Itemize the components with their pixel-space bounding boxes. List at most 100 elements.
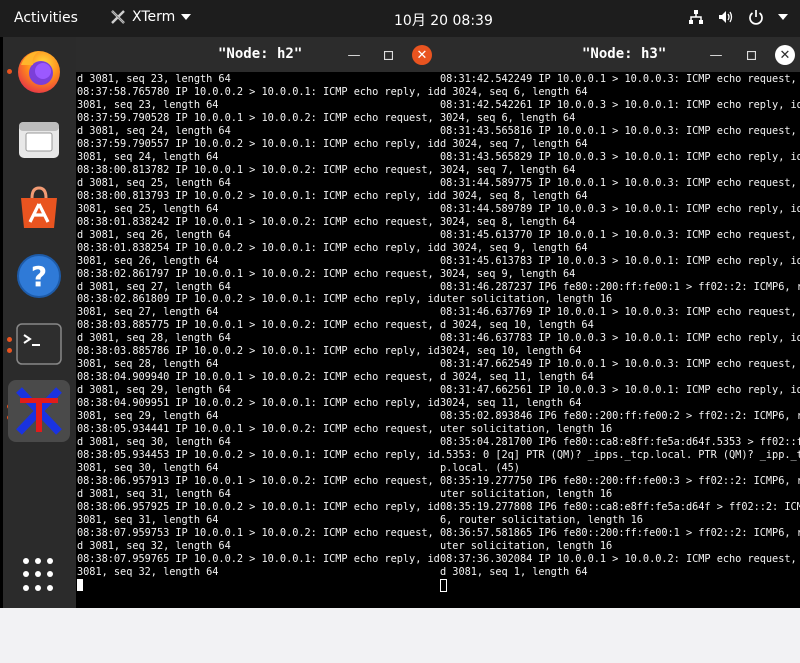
terminal-line: 08:38:03.885786 IP 10.0.0.2 > 10.0.0.1: … xyxy=(77,345,439,358)
terminal-line: 08:38:05.934453 IP 10.0.0.2 > 10.0.0.1: … xyxy=(77,449,439,462)
close-icon[interactable]: ✕ xyxy=(775,45,795,65)
terminal-line: d 3024, seq 10, length 64 xyxy=(440,319,594,332)
app-menu-label: XTerm xyxy=(132,9,176,25)
terminal-line: 08:31:45.613770 IP 10.0.0.1 > 10.0.0.3: … xyxy=(440,228,800,241)
terminal-line: 3024, seq 7, length 64 xyxy=(440,163,576,176)
terminal-line: 08:38:02.861797 IP 10.0.0.1 > 10.0.0.2: … xyxy=(77,267,439,280)
terminal-line: 3081, seq 25, length 64 xyxy=(77,202,219,215)
terminal-line: d 3081, seq 32, length 64 xyxy=(77,539,231,552)
terminal-line: d 3081, seq 23, length 64 xyxy=(77,73,231,85)
xterm-small-icon xyxy=(110,9,126,25)
terminal-line: 08:38:00.813793 IP 10.0.0.2 > 10.0.0.1: … xyxy=(77,189,439,202)
terminal-output[interactable]: d 3081, seq 23, length 64 08:37:58.765780… xyxy=(76,73,439,608)
terminal-line: 08:31:46.637783 IP 10.0.0.3 > 10.0.0.1: … xyxy=(440,332,800,345)
volume-icon[interactable] xyxy=(718,9,734,25)
show-apps-icon[interactable] xyxy=(23,558,57,592)
terminal-line: d 3024, seq 8, length 64 xyxy=(440,189,588,202)
terminal-line: d 3081, seq 1, length 64 xyxy=(440,565,588,578)
terminal-line: p.local. (45) xyxy=(440,462,520,475)
terminal-line: 08:35:02.893846 IP6 fe80::200:ff:fe00:2 … xyxy=(440,410,800,423)
terminal-line: 08:31:44.589789 IP 10.0.0.3 > 10.0.0.1: … xyxy=(440,202,800,215)
activities-button[interactable]: Activities xyxy=(14,10,78,26)
firefox-icon[interactable] xyxy=(8,40,70,102)
terminal-line: 08:37:36.302084 IP 10.0.0.1 > 10.0.0.2: … xyxy=(440,552,800,565)
titlebar[interactable]: "Node: h3" — ✕ xyxy=(439,37,800,72)
terminal-line: 08:38:03.885775 IP 10.0.0.1 > 10.0.0.2: … xyxy=(77,319,439,332)
terminal-line: 3024, seq 6, length 64 xyxy=(440,111,576,124)
software-icon[interactable] xyxy=(8,177,70,239)
dock: ? xyxy=(3,37,76,608)
terminal-window-h3[interactable]: "Node: h3" — ✕ 08:31:42.542249 IP 10.0.0… xyxy=(439,37,800,608)
terminal-line: .5353: 0 [2q] PTR (QM)? _ipps._tcp.local… xyxy=(440,449,800,462)
clock[interactable]: 10月 20 08:39 xyxy=(394,10,493,30)
terminal-window-h2[interactable]: "Node: h2" — ✕ d 3081, seq 23, length 64… xyxy=(76,37,439,608)
terminal-line: d 3024, seq 11, length 64 xyxy=(440,371,594,384)
terminal-line: d 3081, seq 31, length 64 xyxy=(77,488,231,500)
terminal-line: 3081, seq 26, length 64 xyxy=(77,254,219,267)
terminal-line: 3081, seq 23, length 64 xyxy=(77,98,219,111)
terminal-line: 08:38:05.934441 IP 10.0.0.1 > 10.0.0.2: … xyxy=(77,423,439,436)
terminal-line: 08:38:04.909940 IP 10.0.0.1 > 10.0.0.2: … xyxy=(77,371,439,384)
xterm-icon[interactable] xyxy=(8,380,70,442)
terminal-line: 08:38:01.838254 IP 10.0.0.2 > 10.0.0.1: … xyxy=(77,241,439,254)
desktop: Activities XTerm 10月 20 08:39 ? "Node: h… xyxy=(0,0,800,608)
terminal-line: 3081, seq 29, length 64 xyxy=(77,410,219,423)
terminal-line: 3024, seq 9, length 64 xyxy=(440,267,576,280)
maximize-icon[interactable] xyxy=(378,45,398,65)
terminal-line: 08:38:07.959765 IP 10.0.0.2 > 10.0.0.1: … xyxy=(77,552,439,565)
minimize-icon[interactable]: — xyxy=(706,45,726,65)
text-cursor xyxy=(77,578,83,591)
terminal-line: 3081, seq 24, length 64 xyxy=(77,150,219,163)
terminal-line: 08:35:19.277808 IP6 fe80::ca8:e8ff:fe5a:… xyxy=(440,500,800,513)
terminal-line: uter solicitation, length 16 xyxy=(440,423,613,436)
terminal-line: 3024, seq 10, length 64 xyxy=(440,345,582,358)
terminal-line: 08:37:59.790528 IP 10.0.0.1 > 10.0.0.2: … xyxy=(77,111,439,124)
terminal-line: 08:38:04.909951 IP 10.0.0.2 > 10.0.0.1: … xyxy=(77,397,439,410)
terminal-line: uter solicitation, length 16 xyxy=(440,293,613,306)
terminal-line: 08:38:06.957913 IP 10.0.0.1 > 10.0.0.2: … xyxy=(77,475,439,488)
terminal-line: uter solicitation, length 16 xyxy=(440,488,613,500)
chevron-down-icon[interactable] xyxy=(778,13,788,21)
terminal-line: d 3081, seq 24, length 64 xyxy=(77,124,231,137)
terminal-line: 08:31:46.637769 IP 10.0.0.1 > 10.0.0.3: … xyxy=(440,306,800,319)
maximize-icon[interactable] xyxy=(741,45,761,65)
top-bar: Activities XTerm 10月 20 08:39 xyxy=(0,0,800,37)
window-title: "Node: h2" xyxy=(218,46,303,62)
files-icon[interactable] xyxy=(8,109,70,171)
network-icon[interactable] xyxy=(688,9,704,25)
terminal-line: 08:31:42.542249 IP 10.0.0.1 > 10.0.0.3: … xyxy=(440,73,800,85)
terminal-line: 08:37:58.765780 IP 10.0.0.2 > 10.0.0.1: … xyxy=(77,85,439,98)
terminal-line: 08:31:47.662561 IP 10.0.0.3 > 10.0.0.1: … xyxy=(440,384,800,397)
close-icon[interactable]: ✕ xyxy=(412,45,432,65)
terminal-line: d 3081, seq 29, length 64 xyxy=(77,384,231,397)
terminal-line: d 3024, seq 6, length 64 xyxy=(440,85,588,98)
terminal-line: 3081, seq 27, length 64 xyxy=(77,306,219,319)
power-icon[interactable] xyxy=(748,9,764,25)
terminal-line: 08:31:46.287237 IP6 fe80::200:ff:fe00:1 … xyxy=(440,280,800,293)
minimize-icon[interactable]: — xyxy=(344,45,364,65)
terminal-line: 3024, seq 8, length 64 xyxy=(440,215,576,228)
terminal-line: 08:31:45.613783 IP 10.0.0.3 > 10.0.0.1: … xyxy=(440,254,800,267)
help-icon[interactable]: ? xyxy=(8,245,70,307)
terminal-line: 08:31:44.589775 IP 10.0.0.1 > 10.0.0.3: … xyxy=(440,176,800,189)
terminal-output[interactable]: 08:31:42.542249 IP 10.0.0.1 > 10.0.0.3: … xyxy=(439,73,800,608)
terminal-line: d 3024, seq 9, length 64 xyxy=(440,241,588,254)
prompt-line[interactable] xyxy=(440,578,800,592)
terminal-icon[interactable] xyxy=(8,313,70,375)
terminal-line: 3081, seq 31, length 64 xyxy=(77,513,219,526)
app-menu[interactable]: XTerm xyxy=(110,9,192,25)
titlebar[interactable]: "Node: h2" — ✕ xyxy=(76,37,439,72)
text-cursor xyxy=(440,578,447,592)
terminal-line: 08:38:01.838242 IP 10.0.0.1 > 10.0.0.2: … xyxy=(77,215,439,228)
terminal-line: 3024, seq 11, length 64 xyxy=(440,397,582,410)
terminal-line: 08:38:07.959753 IP 10.0.0.1 > 10.0.0.2: … xyxy=(77,526,439,539)
terminal-line: 08:37:59.790557 IP 10.0.0.2 > 10.0.0.1: … xyxy=(77,137,439,150)
system-tray[interactable] xyxy=(688,9,788,25)
terminal-line: 08:35:19.277750 IP6 fe80::200:ff:fe00:3 … xyxy=(440,475,800,488)
prompt-line[interactable] xyxy=(77,578,439,592)
svg-text:?: ? xyxy=(31,260,47,293)
terminal-line: 3081, seq 28, length 64 xyxy=(77,358,219,371)
terminal-line: 6, router solicitation, length 16 xyxy=(440,513,643,526)
terminal-line: d 3081, seq 30, length 64 xyxy=(77,436,231,449)
terminal-line: 08:31:47.662549 IP 10.0.0.1 > 10.0.0.3: … xyxy=(440,358,800,371)
